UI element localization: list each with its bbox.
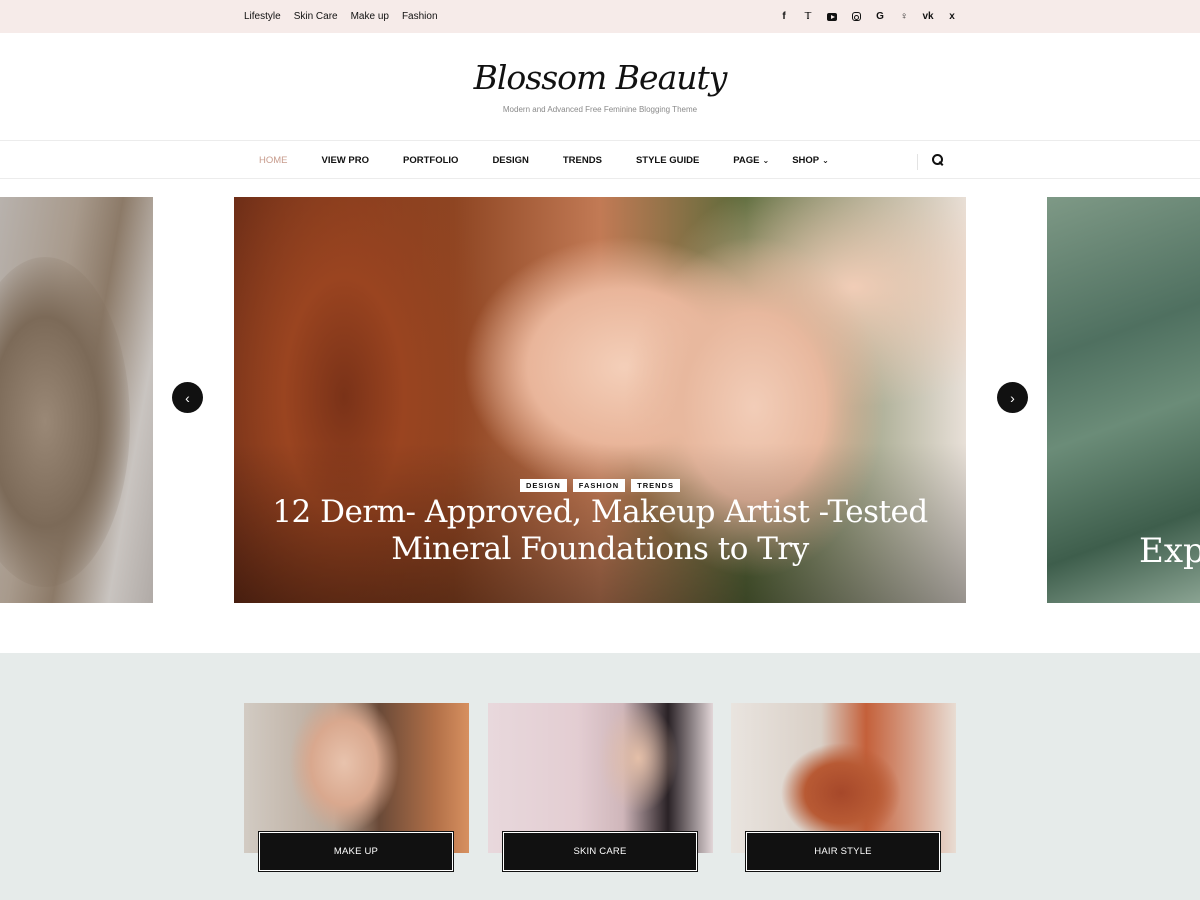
site-header: Blossom Beauty Modern and Advanced Free …: [0, 33, 1200, 141]
slide-title[interactable]: 12 Derm- Approved, Makeup Artist -Tested…: [234, 494, 966, 568]
slide-tags: DESIGN FASHION TRENDS: [234, 479, 966, 492]
slide-next-image[interactable]: Expe: [1047, 197, 1200, 603]
main-nav: HOME VIEW PRO PORTFOLIO DESIGN TRENDS ST…: [0, 142, 1200, 179]
category-button[interactable]: MAKE UP: [258, 831, 454, 872]
facebook-icon[interactable]: f: [779, 11, 789, 23]
category-button[interactable]: SKIN CARE: [502, 831, 698, 872]
category-image[interactable]: [731, 703, 956, 853]
category-button[interactable]: HAIR STYLE: [745, 831, 941, 872]
next-slide-title: Expe: [1139, 531, 1200, 571]
category-card-skin-care[interactable]: SKIN CARE: [488, 703, 713, 872]
nav-divider: [917, 154, 918, 170]
top-bar: Lifestyle Skin Care Make up Fashion f 𝕋 …: [0, 0, 1200, 33]
featured-slider: Expe DESIGN FASHION TRENDS 12 Derm- Appr…: [0, 197, 1200, 603]
nav-view-pro[interactable]: VIEW PRO: [322, 155, 370, 166]
top-links: Lifestyle Skin Care Make up Fashion: [244, 0, 438, 33]
instagram-icon[interactable]: [851, 11, 861, 23]
chevron-down-icon: ⌄: [762, 156, 770, 165]
youtube-icon[interactable]: [827, 11, 837, 23]
nav-trends[interactable]: TRENDS: [563, 155, 602, 166]
tag-fashion[interactable]: FASHION: [572, 479, 626, 492]
category-image[interactable]: [244, 703, 469, 853]
tag-trends[interactable]: TRENDS: [631, 479, 680, 492]
slider-next-button[interactable]: ›: [997, 382, 1028, 413]
chevron-down-icon: ⌄: [822, 156, 829, 165]
nav-shop[interactable]: SHOP ⌄: [792, 155, 829, 166]
slider-prev-button[interactable]: ‹: [172, 382, 203, 413]
nav-home[interactable]: HOME: [259, 155, 288, 166]
odnoklassniki-icon[interactable]: ♀: [899, 11, 909, 23]
slide-previous-image[interactable]: [0, 197, 153, 603]
twitter-icon[interactable]: 𝕋: [803, 11, 813, 23]
nav-design[interactable]: DESIGN: [492, 155, 528, 166]
top-link-skin-care[interactable]: Skin Care: [294, 11, 338, 22]
top-link-lifestyle[interactable]: Lifestyle: [244, 11, 281, 22]
nav-portfolio[interactable]: PORTFOLIO: [403, 155, 458, 166]
google-plus-icon[interactable]: G: [875, 11, 885, 23]
nav-style-guide[interactable]: STYLE GUIDE: [636, 155, 699, 166]
category-section: MAKE UP SKIN CARE HAIR STYLE: [0, 653, 1200, 900]
vk-icon[interactable]: vk: [922, 11, 933, 23]
nav-page[interactable]: PAGE ⌄: [733, 155, 769, 166]
category-image[interactable]: [488, 703, 713, 853]
search-icon[interactable]: [932, 154, 943, 165]
site-logo[interactable]: Blossom Beauty: [0, 58, 1200, 97]
chevron-right-icon: ›: [1010, 389, 1015, 406]
chevron-left-icon: ‹: [185, 389, 190, 406]
top-link-make-up[interactable]: Make up: [351, 11, 389, 22]
top-link-fashion[interactable]: Fashion: [402, 11, 438, 22]
site-tagline: Modern and Advanced Free Feminine Bloggi…: [502, 105, 698, 114]
tag-design[interactable]: DESIGN: [520, 479, 567, 492]
category-card-make-up[interactable]: MAKE UP: [244, 703, 469, 872]
category-card-hair-style[interactable]: HAIR STYLE: [731, 703, 956, 872]
social-links: f 𝕋 G ♀ vk x: [779, 0, 957, 33]
xing-icon[interactable]: x: [947, 11, 957, 23]
